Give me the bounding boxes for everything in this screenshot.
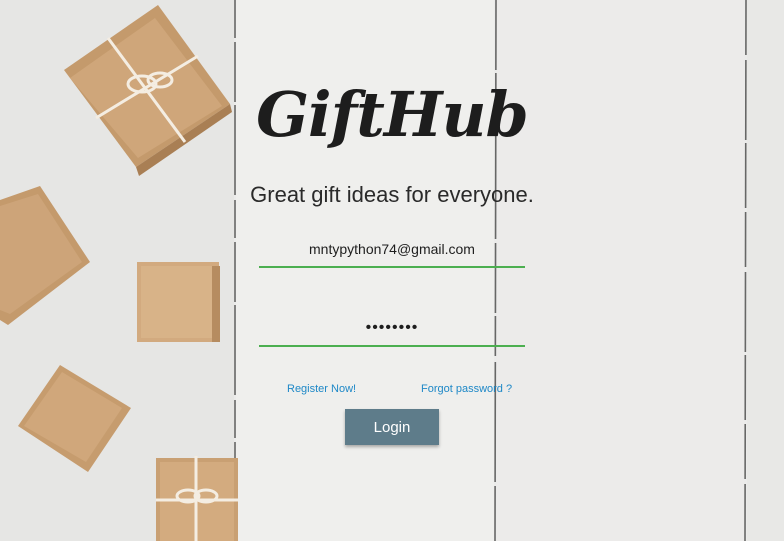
forgot-password-link[interactable]: Forgot password ?	[421, 383, 512, 395]
login-button[interactable]: Login	[345, 409, 439, 445]
login-card: GiftHub Great gift ideas for everyone. R…	[0, 0, 784, 541]
register-link[interactable]: Register Now!	[287, 383, 356, 395]
email-field[interactable]	[259, 232, 525, 268]
password-field[interactable]	[259, 311, 525, 347]
tagline: Great gift ideas for everyone.	[250, 182, 534, 207]
brand-logo: GiftHub	[256, 78, 529, 151]
